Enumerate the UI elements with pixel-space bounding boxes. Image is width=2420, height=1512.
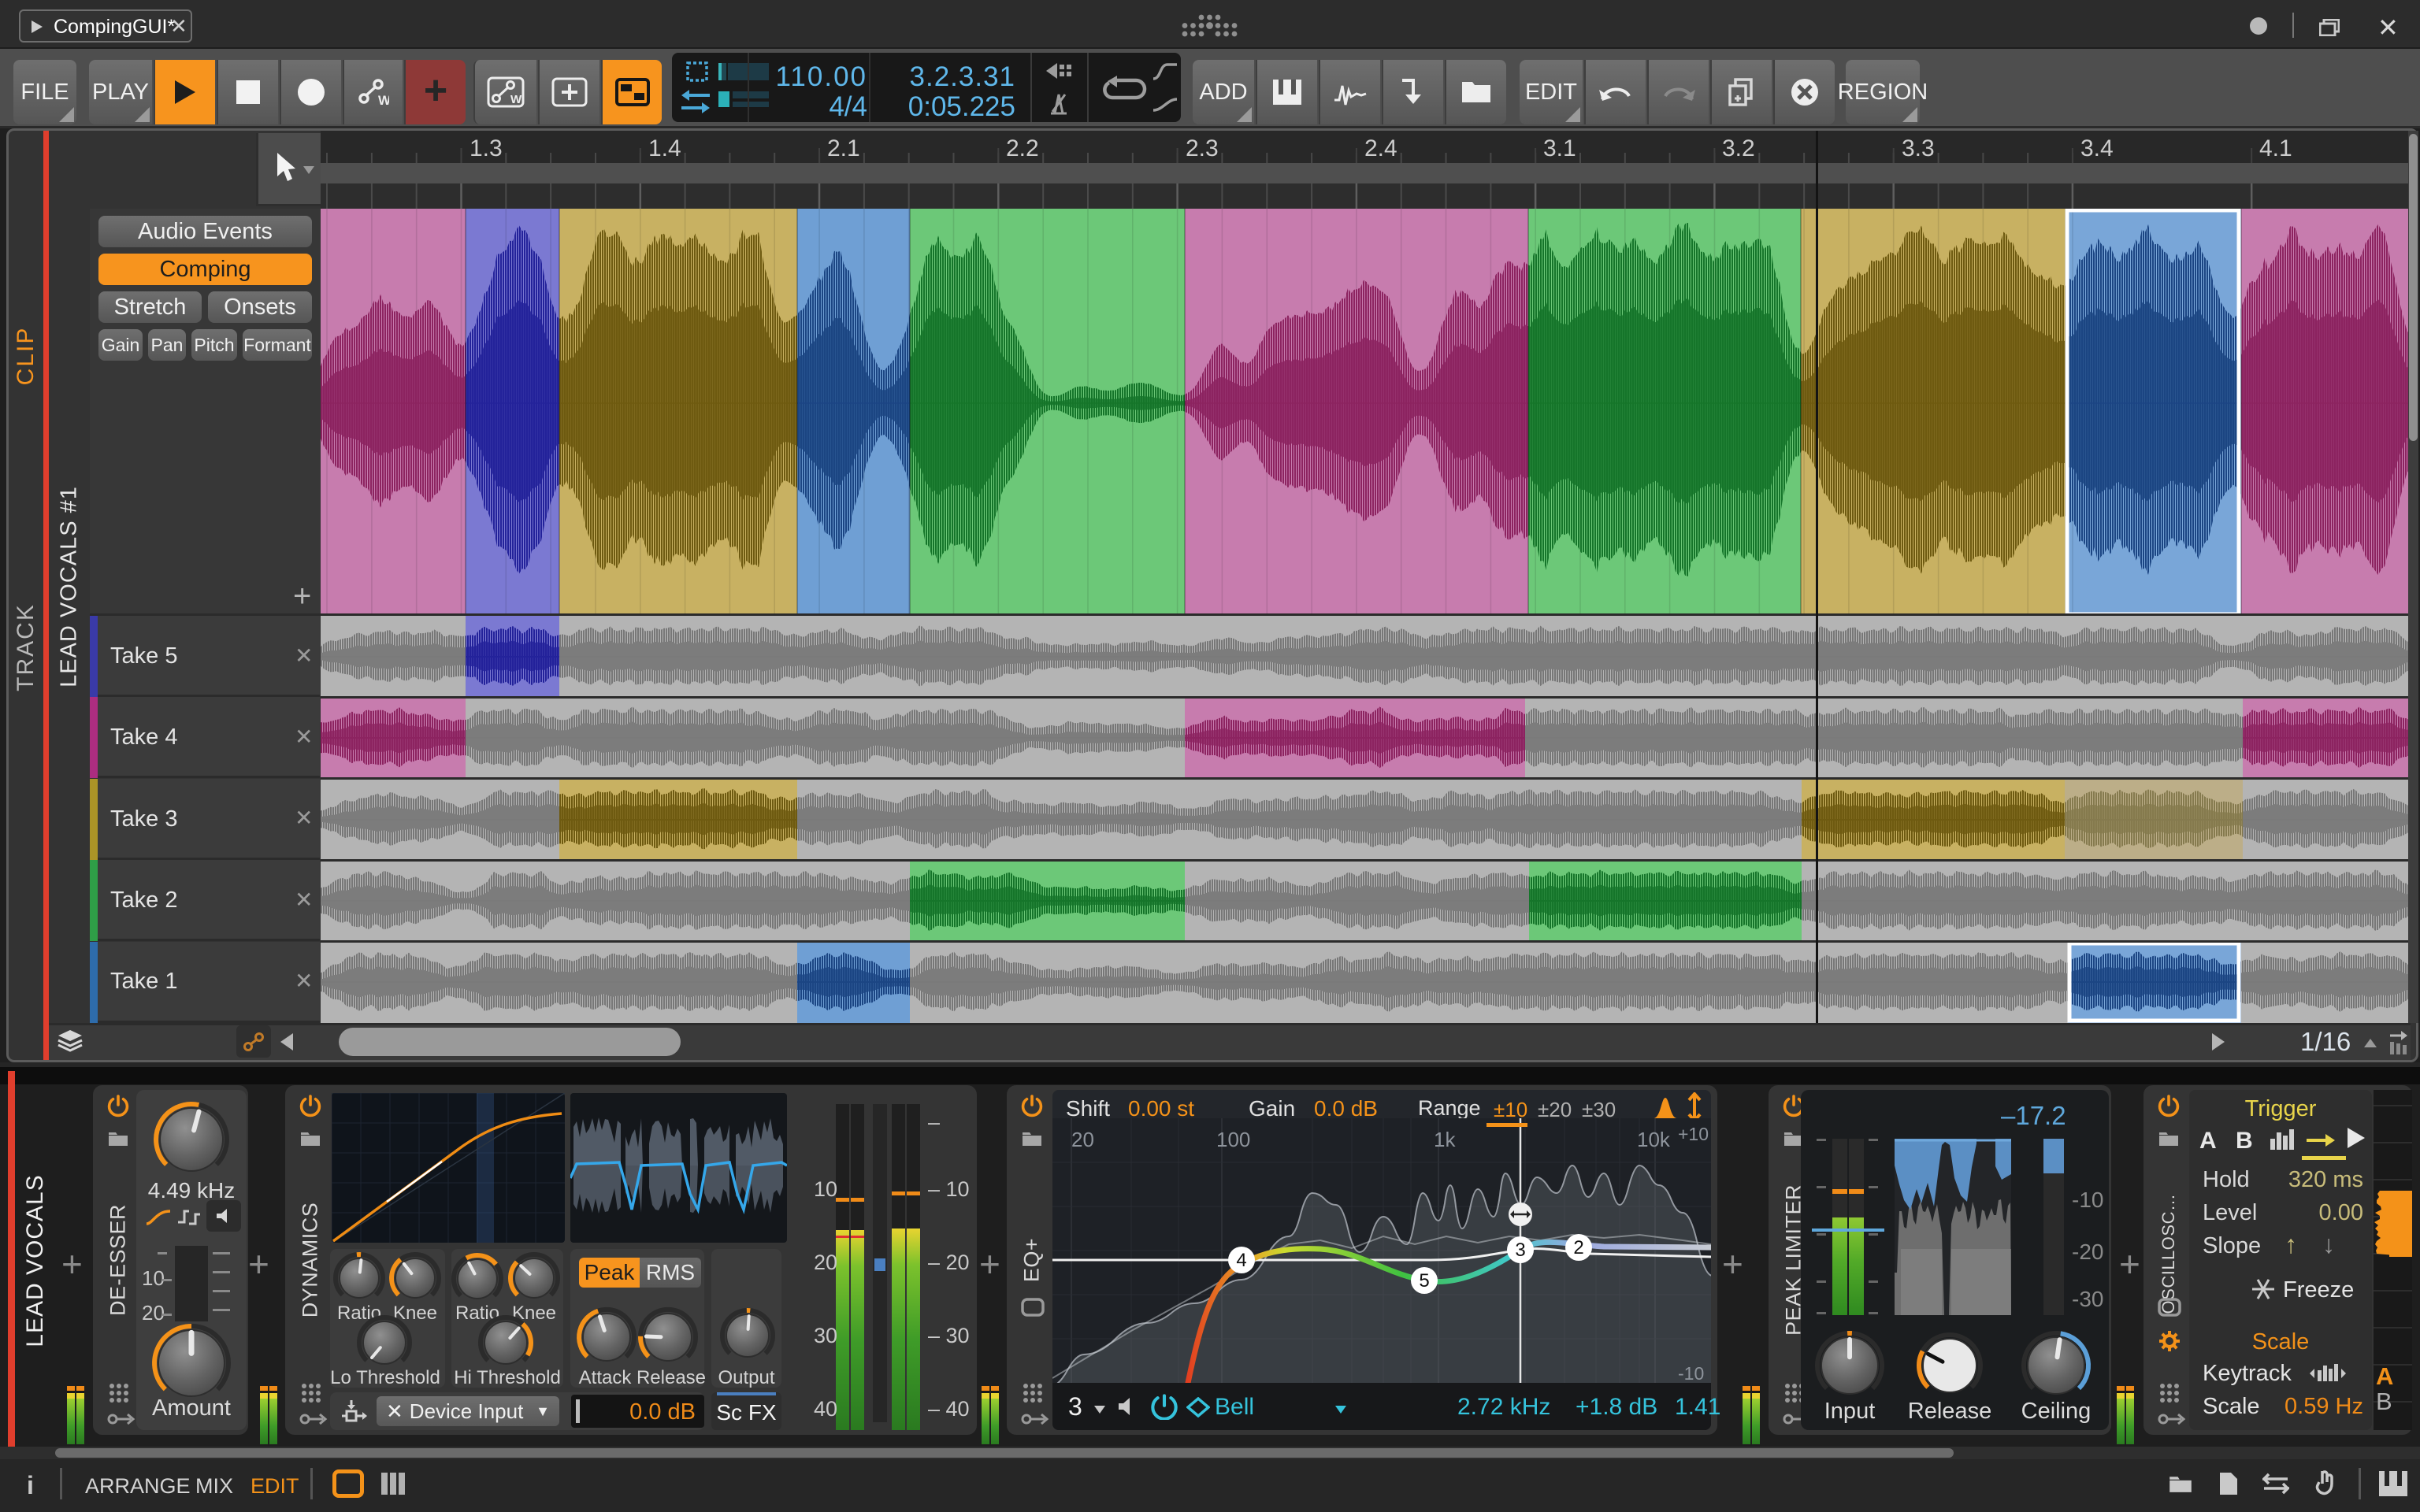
svg-text:3: 3 xyxy=(1515,1240,1525,1261)
svg-text:1k: 1k xyxy=(1434,1128,1456,1151)
svg-text:W: W xyxy=(378,93,389,108)
svg-text:+10: +10 xyxy=(1678,1124,1709,1144)
svg-text:5: 5 xyxy=(1419,1270,1429,1292)
svg-text:4: 4 xyxy=(1236,1250,1246,1271)
svg-text:W: W xyxy=(510,93,522,106)
svg-text:100: 100 xyxy=(1216,1128,1250,1151)
svg-text:2: 2 xyxy=(1573,1237,1583,1258)
svg-text:10k: 10k xyxy=(1637,1128,1671,1151)
svg-text:20: 20 xyxy=(1071,1128,1094,1151)
svg-text:-10: -10 xyxy=(1678,1363,1704,1383)
